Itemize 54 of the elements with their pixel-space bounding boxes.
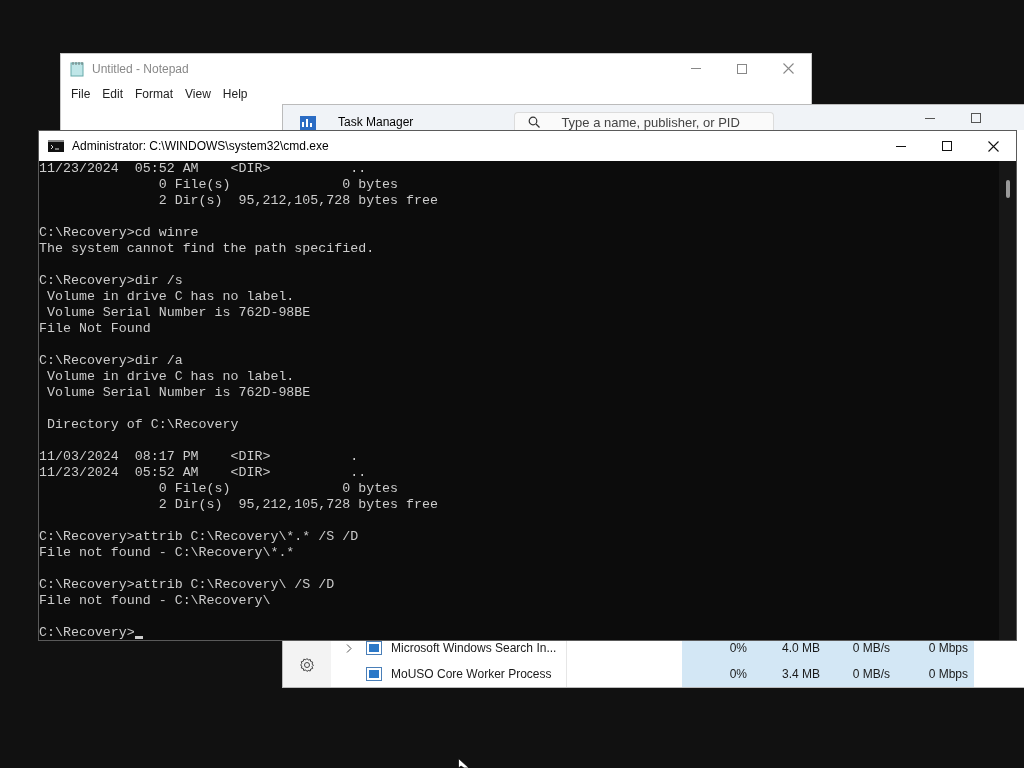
search-icon bbox=[528, 116, 541, 128]
process-name: MoUSO Core Worker Process bbox=[390, 667, 553, 681]
process-name: Microsoft Windows Search In... bbox=[390, 641, 558, 655]
console-line: 2 Dir(s) 95,212,105,728 bytes free bbox=[157, 497, 438, 513]
cpu-value: 0% bbox=[682, 661, 753, 687]
console-line: C:\Recovery>cd winre bbox=[39, 225, 199, 241]
console-line: 0 File(s) 0 bytes bbox=[157, 481, 399, 497]
maximize-icon bbox=[942, 141, 952, 151]
window-title: Task Manager bbox=[338, 115, 414, 129]
notepad-icon bbox=[70, 60, 84, 77]
console-line: Volume in drive C has no label. bbox=[45, 369, 295, 385]
console-line: The system cannot find the path specified. bbox=[39, 241, 375, 257]
console-line: 11/23/2024 05:52 AM <DIR> .. bbox=[39, 161, 367, 177]
console-line: C:\Recovery>attrib C:\Recovery\*.* /S /D bbox=[39, 529, 359, 545]
window-title: Untitled - Notepad bbox=[92, 61, 189, 76]
maximize-icon bbox=[737, 63, 747, 74]
console-line: 2 Dir(s) 95,212,105,728 bytes free bbox=[157, 193, 438, 209]
network-value: 0 Mbps bbox=[896, 661, 974, 687]
console-line: C:\Recovery>dir /a bbox=[39, 353, 183, 369]
console-line: Volume Serial Number is 762D-98BE bbox=[45, 385, 311, 401]
console-line: C:\Recovery>dir /s bbox=[39, 273, 183, 289]
menu-item[interactable]: Format bbox=[129, 86, 180, 101]
minimize-icon bbox=[896, 145, 906, 147]
console-line: File not found - C:\Recovery\ bbox=[39, 593, 271, 609]
text-cursor bbox=[134, 636, 143, 639]
chevron-icon[interactable] bbox=[345, 643, 352, 653]
menu-item[interactable]: File bbox=[65, 86, 97, 101]
disk-value: 0 MB/s bbox=[826, 661, 896, 687]
maximize-icon bbox=[971, 113, 981, 123]
scrollbar[interactable] bbox=[999, 161, 1016, 640]
menu-item[interactable]: View bbox=[179, 86, 217, 101]
process-icon bbox=[366, 667, 382, 681]
console-line: Volume in drive C has no label. bbox=[45, 289, 295, 305]
console-line: C:\Recovery>attrib C:\Recovery\ /S /D bbox=[39, 577, 335, 593]
mouse-pointer-icon bbox=[458, 758, 470, 768]
console-line: Volume Serial Number is 762D-98BE bbox=[45, 305, 311, 321]
console-line: 11/23/2024 05:52 AM <DIR> .. bbox=[39, 465, 367, 481]
console-icon bbox=[48, 140, 64, 152]
console-line: Directory of C:\Recovery bbox=[45, 417, 239, 433]
menu-item[interactable]: Help bbox=[216, 86, 254, 101]
scrollbar-thumb[interactable] bbox=[1005, 180, 1010, 198]
minimize-icon bbox=[925, 117, 935, 119]
memory-value: 3.4 MB bbox=[753, 661, 826, 687]
window-title: Administrator: C:\WINDOWS\system32\cmd.exe bbox=[72, 139, 329, 153]
console-prompt: C:\Recovery> bbox=[39, 625, 135, 640]
console-line: 0 File(s) 0 bytes bbox=[157, 177, 399, 193]
console-line: 11/03/2024 08:17 PM <DIR> . bbox=[39, 449, 359, 465]
console-line: File Not Found bbox=[39, 321, 151, 337]
minimize-icon bbox=[691, 68, 701, 69]
menu-item[interactable]: Edit bbox=[96, 86, 130, 101]
settings-icon[interactable] bbox=[299, 657, 315, 673]
close-icon bbox=[782, 63, 794, 74]
close-icon bbox=[987, 140, 999, 152]
console-line: File not found - C:\Recovery\*.* bbox=[39, 545, 295, 561]
